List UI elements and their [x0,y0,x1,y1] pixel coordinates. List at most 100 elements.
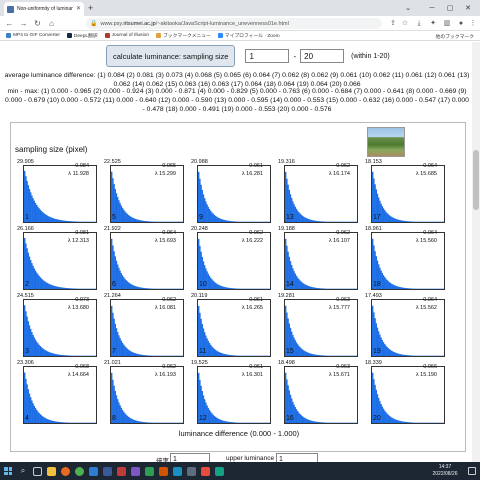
histogram-bar [382,342,385,356]
back-icon[interactable]: ← [4,18,15,29]
new-tab-icon[interactable]: + [88,2,93,14]
histogram-bar [46,215,49,222]
app-icon[interactable] [128,462,142,480]
share-icon[interactable]: ⇪ [388,19,398,29]
ratio-input[interactable]: 1 [170,453,210,462]
reload-icon[interactable]: ↻ [32,18,43,29]
scrollbar-thumb[interactable] [473,150,479,210]
other-bookmarks[interactable]: 他のブックマーク [436,33,474,40]
histogram-bar [392,217,394,222]
sidebar-icon[interactable]: ▥ [442,19,452,29]
histogram-lambda-value: λ 13.680 [67,305,89,311]
download-icon[interactable]: ⤓ [414,19,424,29]
app-icon[interactable] [170,462,184,480]
histogram-bar [205,201,207,222]
histogram-bar [51,217,53,222]
histogram-bar [301,215,304,222]
histogram-bar [409,355,411,356]
histogram-bar [38,412,40,423]
histogram-cell: 18.961 18 0.064 λ 15.560 [365,226,445,290]
histogram-bar [386,279,388,289]
histogram-bar [294,273,296,289]
histogram-bar [318,422,320,423]
histogram-bar [410,288,412,289]
histogram-lambda-value: λ 16.081 [154,305,176,311]
extension-icon[interactable]: ✦ [428,19,438,29]
histogram-bar [61,422,63,423]
tab-close-icon[interactable]: ✕ [76,6,81,12]
file-explorer-icon[interactable] [44,462,58,480]
histogram-bar [48,216,50,222]
histogram-sample-size: 11 [199,348,207,355]
histogram-bar [300,415,302,423]
histogram-bar [410,355,412,356]
histogram-bar [213,348,215,356]
tab-search-icon[interactable]: ⌄ [400,0,416,16]
histogram-bar [322,221,324,222]
histogram-bar [57,354,59,356]
histogram-bar [381,339,383,356]
histogram-bar [218,419,220,423]
histogram-bar [123,411,125,423]
browser-tab[interactable]: Non-uniformity of luminance ✕ [4,2,84,16]
histogram-bar [305,418,307,423]
histogram-bar [303,216,305,222]
histogram-bar [119,338,121,356]
histogram-bar [382,208,385,222]
bookmark-item[interactable]: ブックマークメニュー [156,32,211,39]
forward-icon[interactable]: → [18,18,29,29]
histogram-bar [312,287,314,289]
window-close-icon[interactable]: ✕ [460,0,476,16]
tab-favicon-icon [7,5,14,13]
notification-icon[interactable] [468,467,476,475]
histogram-bar [388,349,391,356]
histogram-bar [56,421,58,423]
app-icon[interactable] [100,462,114,480]
histogram-bar [390,283,392,289]
histogram-bar [234,221,236,222]
chrome-icon[interactable] [72,462,86,480]
app-icon[interactable] [114,462,128,480]
maximize-icon[interactable]: ▢ [442,0,458,16]
task-view-icon[interactable] [30,462,44,480]
calculate-button[interactable]: calculate luminance: sampling size [106,45,236,67]
profile-icon[interactable]: ● [456,19,466,29]
system-clock[interactable]: 14:37 2022/08/26 [428,464,462,477]
firefox-icon[interactable] [58,462,72,480]
bookmark-item[interactable]: MP4 to GIF Converter [6,33,60,38]
bookmark-item[interactable]: DeepL翻訳 [66,32,98,39]
address-bar[interactable]: 🔒 www.psy.ritsumei.ac.jp/~akitaoka/JavaS… [86,18,382,29]
histogram-bar [144,422,146,423]
to-input[interactable]: 20 [300,49,345,63]
histogram-bar [310,353,312,356]
histogram-bar [42,416,44,423]
page-scrollbar[interactable] [472,42,480,462]
search-icon[interactable]: ⌕ [16,462,30,480]
bookmark-item[interactable]: マイプロフィール · Zoom [217,32,280,39]
histogram-bar [212,213,214,222]
app-icon[interactable] [156,462,170,480]
star-icon[interactable]: ☆ [400,19,410,29]
app-icon[interactable] [184,462,198,480]
histogram-bar [40,278,43,289]
histogram-bar [396,353,398,356]
menu-icon[interactable]: ⋮ [468,19,478,29]
histogram-bar [213,415,215,423]
app-icon[interactable] [142,462,156,480]
histogram-bar [69,221,71,222]
app-icon[interactable] [198,462,212,480]
from-input[interactable]: 1 [245,49,290,63]
histogram-bar [224,354,226,356]
histogram-bar [400,220,403,222]
upper-luminance-input[interactable]: 1 [276,453,318,462]
app-icon[interactable] [86,462,100,480]
bookmark-item[interactable]: Journal of Illusion [104,33,149,38]
home-icon[interactable]: ⌂ [46,18,57,29]
start-button[interactable] [0,462,16,480]
minimize-icon[interactable]: ─ [424,0,440,16]
app-icon[interactable] [212,462,226,480]
histogram-bar [301,416,304,423]
histogram-cell: 29.905 1 0.084 λ 11.928 [17,159,97,223]
histogram-bar [388,215,391,222]
histogram-bar [149,288,151,289]
